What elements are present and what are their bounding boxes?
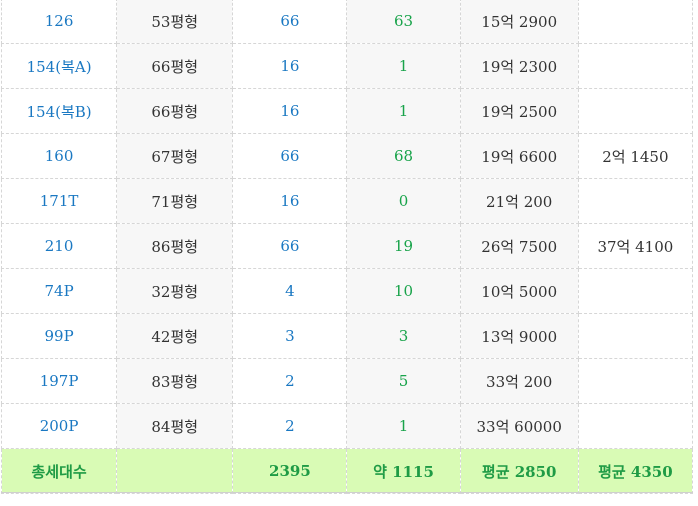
extra-price-cell xyxy=(577,403,694,449)
transaction-count-cell: 68 xyxy=(346,133,461,179)
unit-size-cell: 53평형 xyxy=(116,0,234,44)
table-row: 126 53평형 66 63 15억 2900 xyxy=(0,0,694,44)
transaction-count-cell: 1 xyxy=(346,403,461,449)
unit-size-cell: 67평형 xyxy=(116,133,234,179)
unit-count-cell: 16 xyxy=(232,43,348,89)
unit-count-cell: 16 xyxy=(232,178,348,224)
unit-type-cell: 210 xyxy=(0,223,118,269)
table-row: 200P 84평형 2 1 33억 60000 xyxy=(0,403,694,449)
unit-type-cell: 197P xyxy=(0,358,118,404)
transaction-count-cell: 1 xyxy=(346,43,461,89)
unit-type-cell: 126 xyxy=(0,0,118,44)
average-price-cell: 평균 2850 xyxy=(459,448,579,494)
extra-price-cell xyxy=(577,313,694,359)
average-extra-price-cell: 평균 4350 xyxy=(577,448,694,494)
total-label: 총세대수 xyxy=(0,448,118,494)
table-row: 160 67평형 66 68 19억 6600 2억 1450 xyxy=(0,133,694,179)
unit-size-cell: 42평형 xyxy=(116,313,234,359)
apartment-units-table: 126 53평형 66 63 15억 2900 154(복A) 66평형 16 … xyxy=(0,0,694,494)
price-cell: 15억 2900 xyxy=(459,0,579,44)
price-cell: 26억 7500 xyxy=(459,223,579,269)
extra-price-cell: 2억 1450 xyxy=(577,133,694,179)
total-units-cell: 2395 xyxy=(232,448,348,494)
transaction-count-cell: 0 xyxy=(346,178,461,224)
transaction-count-cell: 3 xyxy=(346,313,461,359)
extra-price-cell xyxy=(577,358,694,404)
extra-price-cell xyxy=(577,43,694,89)
unit-size-cell: 84평형 xyxy=(116,403,234,449)
price-cell: 33억 200 xyxy=(459,358,579,404)
unit-size-cell: 32평형 xyxy=(116,268,234,314)
unit-type-cell: 99P xyxy=(0,313,118,359)
unit-type-cell: 154(복A) xyxy=(0,43,118,89)
unit-type-cell: 160 xyxy=(0,133,118,179)
unit-size-cell: 71평형 xyxy=(116,178,234,224)
total-size-cell xyxy=(116,448,234,494)
price-cell: 33억 60000 xyxy=(459,403,579,449)
unit-count-cell: 66 xyxy=(232,133,348,179)
extra-price-cell: 37억 4100 xyxy=(577,223,694,269)
transaction-count-cell: 1 xyxy=(346,88,461,134)
table-row: 154(복A) 66평형 16 1 19억 2300 xyxy=(0,43,694,89)
extra-price-cell xyxy=(577,178,694,224)
unit-count-cell: 4 xyxy=(232,268,348,314)
unit-type-cell: 200P xyxy=(0,403,118,449)
transaction-count-cell: 63 xyxy=(346,0,461,44)
total-count-cell: 약 1115 xyxy=(346,448,461,494)
price-cell: 19억 2300 xyxy=(459,43,579,89)
unit-count-cell: 2 xyxy=(232,358,348,404)
price-cell: 19억 6600 xyxy=(459,133,579,179)
unit-type-cell: 171T xyxy=(0,178,118,224)
table-body: 126 53평형 66 63 15억 2900 154(복A) 66평형 16 … xyxy=(0,0,694,494)
unit-count-cell: 66 xyxy=(232,0,348,44)
unit-count-cell: 16 xyxy=(232,88,348,134)
unit-size-cell: 86평형 xyxy=(116,223,234,269)
table-row: 99P 42평형 3 3 13억 9000 xyxy=(0,313,694,359)
unit-size-cell: 83평형 xyxy=(116,358,234,404)
price-cell: 19억 2500 xyxy=(459,88,579,134)
table-row: 74P 32평형 4 10 10억 5000 xyxy=(0,268,694,314)
price-cell: 13억 9000 xyxy=(459,313,579,359)
unit-count-cell: 3 xyxy=(232,313,348,359)
table-row: 210 86평형 66 19 26억 7500 37억 4100 xyxy=(0,223,694,269)
transaction-count-cell: 10 xyxy=(346,268,461,314)
price-cell: 21억 200 xyxy=(459,178,579,224)
transaction-count-cell: 19 xyxy=(346,223,461,269)
transaction-count-cell: 5 xyxy=(346,358,461,404)
table-row: 154(복B) 66평형 16 1 19억 2500 xyxy=(0,88,694,134)
extra-price-cell xyxy=(577,0,694,44)
unit-count-cell: 2 xyxy=(232,403,348,449)
total-row: 총세대수 2395 약 1115 평균 2850 평균 4350 xyxy=(0,448,694,494)
extra-price-cell xyxy=(577,88,694,134)
unit-type-cell: 74P xyxy=(0,268,118,314)
price-cell: 10억 5000 xyxy=(459,268,579,314)
unit-size-cell: 66평형 xyxy=(116,88,234,134)
extra-price-cell xyxy=(577,268,694,314)
unit-size-cell: 66평형 xyxy=(116,43,234,89)
unit-count-cell: 66 xyxy=(232,223,348,269)
table-bottom-border xyxy=(1,492,693,493)
table-row: 197P 83평형 2 5 33억 200 xyxy=(0,358,694,404)
table-row: 171T 71평형 16 0 21억 200 xyxy=(0,178,694,224)
unit-type-cell: 154(복B) xyxy=(0,88,118,134)
